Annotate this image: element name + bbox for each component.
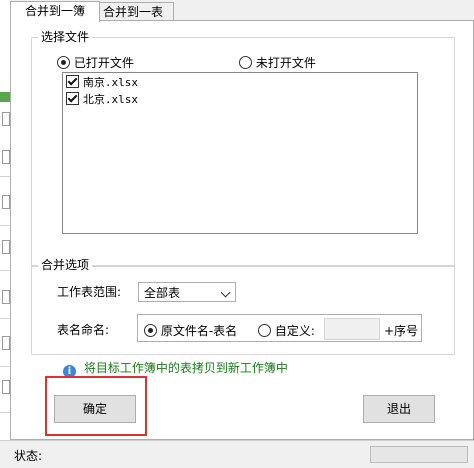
sheet-gridline [0,270,10,271]
sheet-gridline [0,366,10,367]
sheet-cell [2,240,10,254]
radio-open-files-indicator[interactable] [57,56,70,69]
status-label: 状态: [14,449,43,463]
sheet-cell [2,336,10,350]
merge-options-group: 合并选项 工作表范围: 全部表 表名命名: 原文件名-表名 自定义: +序号 [31,258,455,355]
sheet-range-value: 全部表 [144,286,181,300]
sheet-cell [2,112,10,126]
radio-open-files-label: 已打开文件 [73,56,134,70]
merge-dialog: 合并到一簿 合并到一表 选择文件 已打开文件 未打开文件 南京.xlsx 北京.… [10,0,474,440]
file-name: 北京.xlsx [82,93,138,106]
sheet-cell [2,150,10,164]
sheet-header-mark [0,92,10,102]
chevron-down-icon [220,287,231,298]
tab-merge-to-workbook[interactable]: 合并到一簿 [10,1,100,22]
sheet-gridline [0,412,10,413]
select-files-group: 选择文件 已打开文件 未打开文件 南京.xlsx 北京.xlsx [31,30,455,267]
radio-original-name-indicator[interactable] [144,324,157,337]
radio-custom-name[interactable]: 自定义: [258,322,315,339]
status-bar: 状态: [0,440,474,468]
sheet-naming-frame: 原文件名-表名 自定义: +序号 [137,314,422,342]
file-checkbox[interactable] [66,75,79,88]
tab-pane-merge-to-workbook: 选择文件 已打开文件 未打开文件 南京.xlsx 北京.xlsx 合并选项 工作… [10,20,474,440]
radio-closed-files-indicator[interactable] [239,56,252,69]
exit-button[interactable]: 退出 [363,395,435,423]
tab-merge-to-sheet[interactable]: 合并到一表 [92,2,174,21]
sheet-range-select[interactable]: 全部表 [138,282,236,302]
info-message-text: 将目标工作簿中的表拷贝到新工作簿中 [83,361,288,375]
sheet-gridline [0,176,10,177]
radio-original-name-label: 原文件名-表名 [160,324,238,338]
sheet-gridline [0,225,10,226]
sheet-cell [2,290,10,304]
file-name: 南京.xlsx [82,76,138,89]
custom-name-input[interactable] [324,318,380,340]
sheet-cell [2,380,10,394]
sheet-range-label: 工作表范围: [57,285,122,299]
file-list[interactable]: 南京.xlsx 北京.xlsx [62,72,418,234]
file-checkbox[interactable] [66,92,79,105]
ok-button[interactable]: 确定 [54,395,136,423]
radio-closed-files[interactable]: 未打开文件 [239,54,316,71]
sheet-gridline [0,318,10,319]
suffix-label: +序号 [384,324,419,338]
status-progress-bar [370,446,468,463]
sheet-cell [2,195,10,209]
radio-original-name[interactable]: 原文件名-表名 [144,322,237,339]
radio-closed-files-label: 未打开文件 [255,56,316,70]
radio-custom-name-indicator[interactable] [258,324,271,337]
file-list-item[interactable]: 北京.xlsx [66,91,138,107]
select-files-legend: 选择文件 [38,30,93,44]
file-list-item[interactable]: 南京.xlsx [66,74,138,90]
merge-options-legend: 合并选项 [38,258,93,272]
sheet-naming-label: 表名命名: [57,323,110,337]
radio-open-files[interactable]: 已打开文件 [57,54,134,71]
radio-custom-name-label: 自定义: [274,324,315,338]
